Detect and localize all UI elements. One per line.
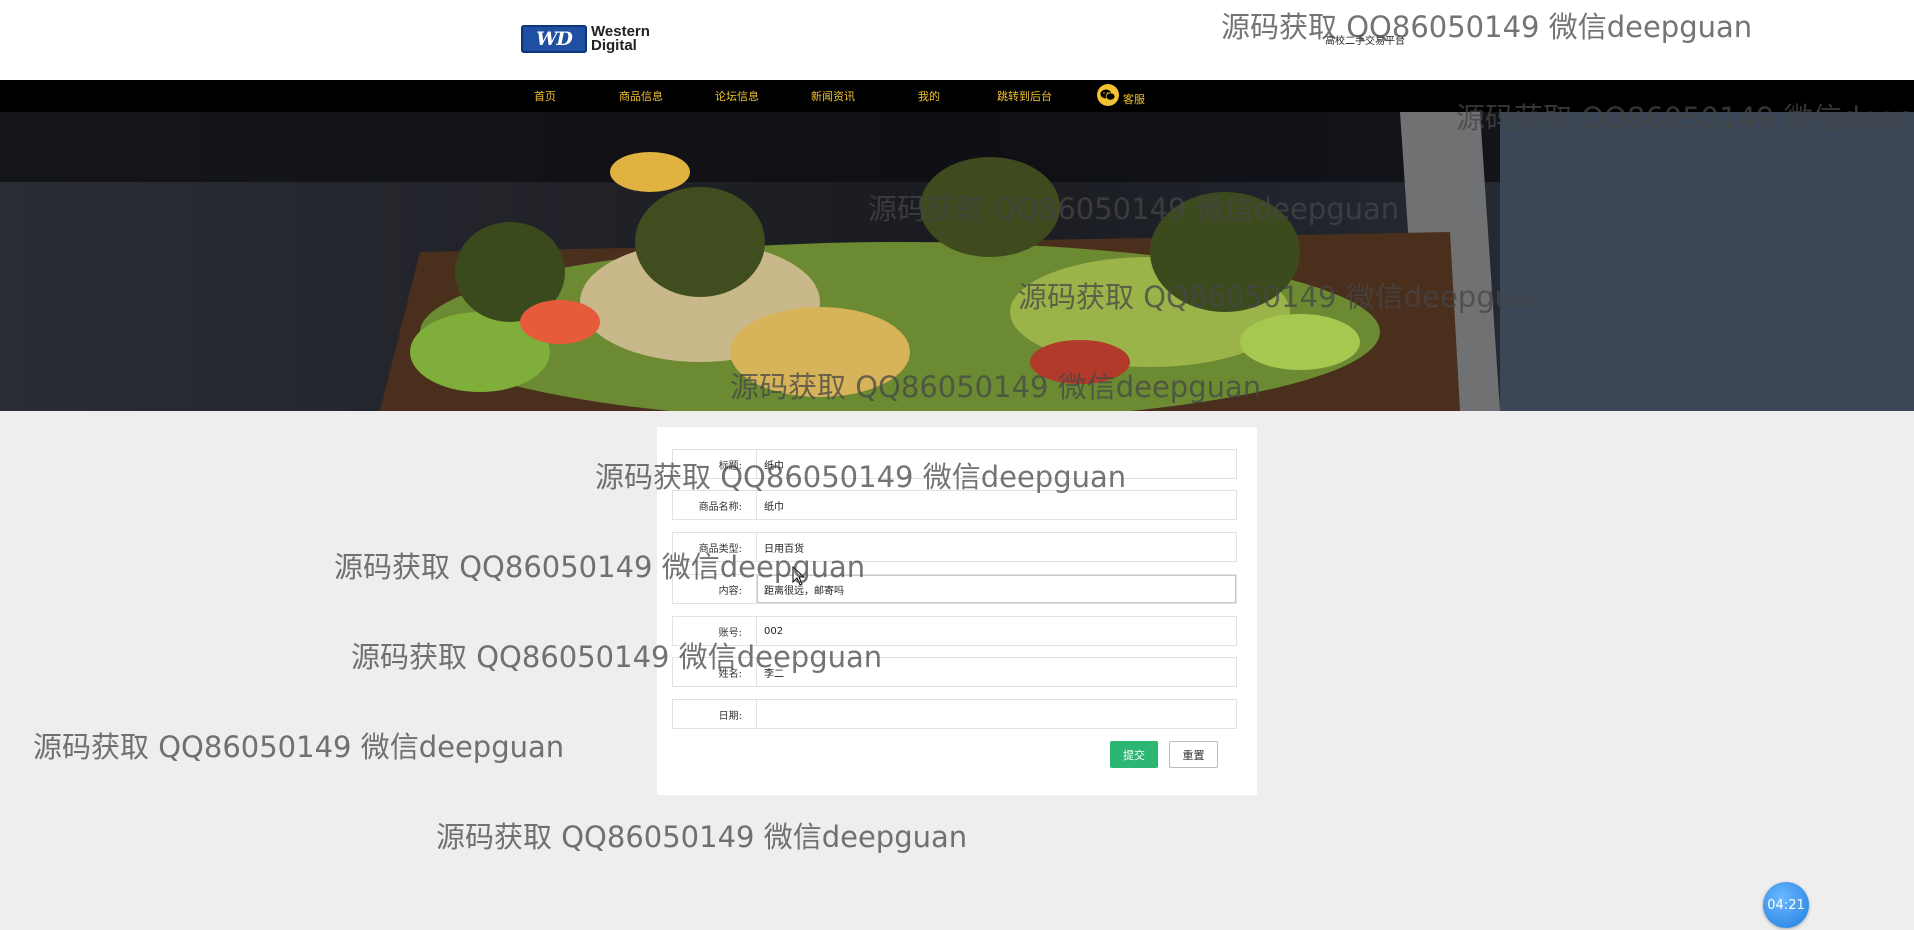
wd-logo-badge: WD: [521, 25, 587, 53]
field-content: 内容:: [672, 574, 1237, 604]
field-product-type: 商品类型:: [672, 532, 1237, 562]
field-account: 账号:: [672, 616, 1237, 646]
name-input[interactable]: [757, 658, 1236, 686]
field-name-label: 姓名:: [673, 658, 757, 686]
content-input[interactable]: [757, 575, 1236, 603]
field-title: 标题:: [672, 449, 1237, 479]
product-name-input[interactable]: [757, 491, 1236, 519]
wechat-icon[interactable]: [1097, 84, 1119, 106]
date-input[interactable]: [757, 700, 1236, 728]
site-title: 高校二手交易平台: [1325, 36, 1405, 47]
western-digital-logo[interactable]: WD Western Digital: [521, 22, 666, 56]
logo-wordmark: Western Digital: [591, 24, 650, 54]
field-title-label: 标题:: [673, 450, 757, 478]
submit-button[interactable]: 提交: [1110, 741, 1158, 768]
nav-mine[interactable]: 我的: [918, 88, 940, 104]
field-account-label: 账号:: [673, 617, 757, 645]
field-product-name: 商品名称:: [672, 490, 1237, 520]
field-name: 姓名:: [672, 657, 1237, 687]
logo-line-2: Digital: [591, 37, 637, 54]
reset-button[interactable]: 重置: [1169, 741, 1218, 768]
title-input[interactable]: [757, 450, 1236, 478]
nav-admin[interactable]: 跳转到后台: [997, 88, 1052, 104]
field-product-name-label: 商品名称:: [673, 491, 757, 519]
comment-form: 标题: 商品名称: 商品类型: 内容: 账号: 姓名: 日期: 提交 重置: [657, 427, 1257, 795]
food-banner-illustration: [0, 112, 1914, 411]
watermark: 源码获取 QQ86050149 微信deepguan: [33, 730, 565, 764]
nav-products[interactable]: 商品信息: [619, 88, 663, 104]
banner-image: [0, 112, 1914, 411]
header: WD Western Digital 高校二手交易平台: [0, 0, 1914, 80]
field-content-label: 内容:: [673, 575, 757, 603]
nav-home[interactable]: 首页: [534, 88, 556, 104]
field-date-label: 日期:: [673, 700, 757, 728]
account-input[interactable]: [757, 617, 1236, 645]
mouse-cursor-icon: [792, 565, 806, 590]
main-nav: 首页 商品信息 论坛信息 新闻资讯 我的 跳转到后台 客服: [0, 80, 1914, 112]
nav-customer-service[interactable]: 客服: [1123, 91, 1145, 107]
floating-clock-badge[interactable]: 04:21: [1763, 882, 1809, 928]
product-type-input[interactable]: [757, 533, 1236, 561]
nav-forum[interactable]: 论坛信息: [715, 88, 759, 104]
nav-news[interactable]: 新闻资讯: [811, 88, 855, 104]
field-product-type-label: 商品类型:: [673, 533, 757, 561]
watermark: 源码获取 QQ86050149 微信deepguan: [436, 820, 968, 854]
field-date: 日期:: [672, 699, 1237, 729]
